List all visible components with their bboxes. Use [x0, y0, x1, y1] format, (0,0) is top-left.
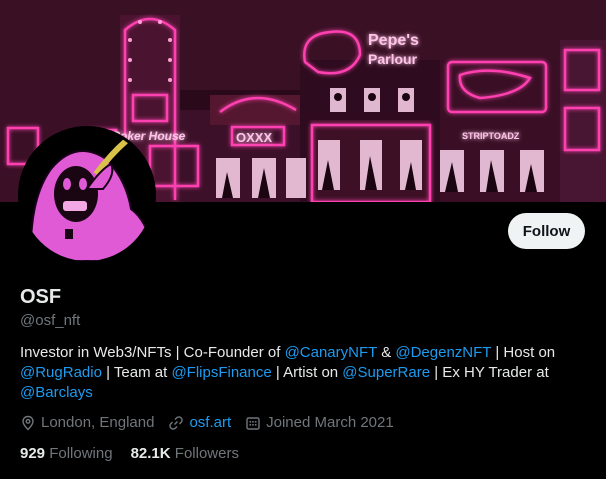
mention-barclays[interactable]: @Barclays [20, 384, 93, 401]
calendar-icon [246, 416, 260, 430]
profile-bio: Investor in Web3/NFTs | Co-Founder of @C… [20, 343, 586, 403]
followers-count: 82.1K [130, 445, 171, 462]
following-link[interactable]: 929 Following [20, 445, 113, 462]
username-handle: @osf_nft [20, 312, 81, 329]
location-pin-icon [22, 415, 34, 430]
bio-text: | Artist on [271, 364, 343, 381]
bio-text: | Ex HY Trader at [430, 364, 549, 381]
mention-flipsfinance[interactable]: @FlipsFinance [171, 364, 271, 381]
join-date-text: Joined March 2021 [266, 414, 394, 431]
pepe-sign-line1: Pepe's [368, 32, 419, 49]
follow-stats: 929 Following 82.1K Followers [20, 445, 257, 462]
bio-text: | Team at [101, 364, 172, 381]
oxxx-sign: OXXX [236, 130, 272, 145]
location-text: London, England [41, 414, 155, 431]
website[interactable]: osf.art [168, 414, 231, 431]
striptoadz-sign: STRIPTOADZ [462, 131, 520, 141]
bio-text: & [377, 344, 396, 361]
display-name: OSF [20, 286, 62, 308]
bio-text: | Host on [491, 344, 556, 361]
following-count: 929 [20, 445, 46, 462]
mention-rugradio[interactable]: @RugRadio [20, 364, 102, 381]
profile-meta: London, England osf.art Joined March 202… [20, 414, 408, 431]
avatar[interactable] [18, 126, 156, 264]
avatar-image [21, 129, 153, 261]
pepe-sign-line2: Parlour [368, 51, 418, 67]
followers-label: Followers [174, 445, 239, 462]
website-link[interactable]: osf.art [189, 414, 231, 431]
mention-degenznft[interactable]: @DegenzNFT [395, 344, 491, 361]
mention-superrare[interactable]: @SuperRare [342, 364, 430, 381]
follow-button[interactable]: Follow [508, 213, 585, 249]
bio-text: Investor in Web3/NFTs | Co-Founder of [20, 344, 285, 361]
followers-link[interactable]: 82.1K Followers [131, 445, 239, 462]
join-date: Joined March 2021 [245, 414, 394, 431]
mention-canarynft[interactable]: @CanaryNFT [285, 344, 377, 361]
link-icon [169, 415, 184, 430]
following-label: Following [49, 445, 113, 462]
location: London, England [20, 414, 154, 431]
